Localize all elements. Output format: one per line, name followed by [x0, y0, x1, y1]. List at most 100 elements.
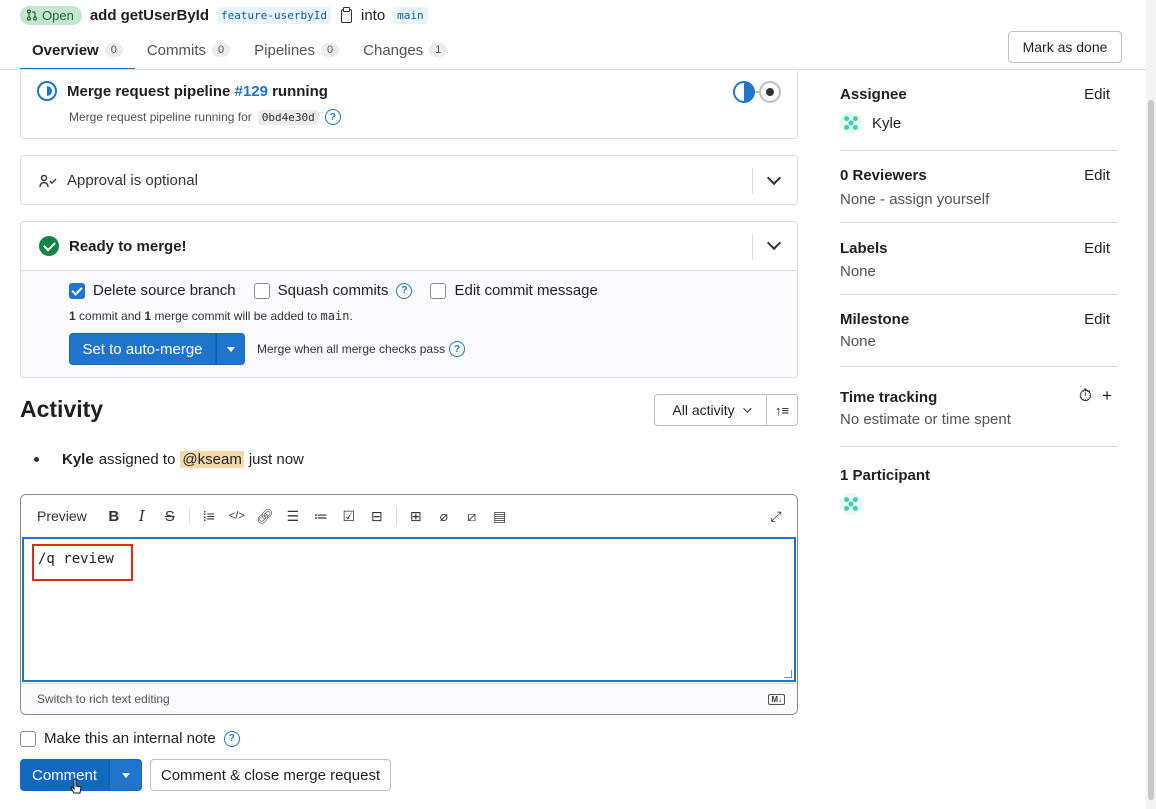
source-branch[interactable]: feature-userbyId	[217, 6, 331, 24]
stopwatch-icon[interactable]: ⏱︎	[1079, 386, 1092, 406]
assignee-section: Assignee Edit Kyle	[840, 76, 1118, 151]
preview-tab[interactable]: Preview	[37, 508, 87, 524]
scrollbar-thumb[interactable]	[1148, 100, 1154, 800]
sort-direction-button[interactable]: ↑≡	[766, 394, 798, 426]
help-icon[interactable]: ?	[324, 109, 341, 125]
pipeline-running-icon[interactable]	[37, 81, 57, 101]
collapsible-icon[interactable]: ⊟	[368, 507, 386, 525]
reviewers-value[interactable]: None - assign yourself	[840, 191, 989, 208]
chevron-down-icon[interactable]	[766, 235, 782, 251]
chevron-down-icon	[226, 346, 235, 352]
edit-commit-message-checkbox[interactable]	[430, 282, 447, 299]
assignee-edit-link[interactable]: Edit	[1084, 86, 1110, 103]
tab-label: Overview	[32, 41, 99, 59]
copy-icon[interactable]	[339, 7, 353, 23]
internal-note-option[interactable]: Make this an internal note ?	[20, 730, 240, 747]
merge-widget: Ready to merge! Delete source branch Squ…	[20, 221, 798, 378]
punctuation: .	[349, 309, 353, 323]
participants-title: 1 Participant	[840, 467, 931, 484]
reviewers-edit-link[interactable]: Edit	[1084, 167, 1110, 184]
internal-note-checkbox[interactable]	[20, 730, 36, 747]
help-icon[interactable]: ?	[449, 341, 466, 357]
activity-heading: Activity	[20, 396, 104, 422]
italic-icon[interactable]: I	[133, 507, 151, 525]
tab-count: 0	[321, 43, 340, 57]
merge-hint: Merge when all merge checks pass?	[257, 341, 466, 357]
milestone-edit-link[interactable]: Edit	[1084, 311, 1110, 328]
comment-editor: Preview B I S ⁞≡ </> 🔗︎ ☰ ≔ ☑ ⊟ ⊞ ⌀ ⧄ ▤ …	[20, 494, 798, 715]
stage-running-icon[interactable]	[733, 81, 755, 103]
comment-textarea[interactable]: /q review	[22, 537, 796, 682]
chevron-down-icon[interactable]	[766, 170, 782, 186]
tab-label: Pipelines	[254, 41, 316, 59]
activity-filter-dropdown[interactable]: All activity	[654, 394, 767, 426]
mark-as-done-button[interactable]: Mark as done	[1008, 31, 1122, 63]
comment-dropdown-button[interactable]	[109, 759, 142, 791]
commit-sha[interactable]: 0bd4e30d	[257, 109, 319, 125]
tab-changes[interactable]: Changes 1	[351, 32, 459, 70]
comment-template-icon[interactable]: ▤	[491, 507, 509, 525]
code-icon[interactable]: </>	[228, 507, 246, 525]
assignee-title: Assignee	[840, 86, 907, 103]
pipeline-subtext: Merge request pipeline running for	[69, 110, 252, 124]
tab-overview[interactable]: Overview 0	[20, 32, 135, 70]
labels-section: Labels Edit None	[840, 223, 1118, 295]
filter-label: All activity	[672, 402, 735, 418]
sort-icon: ↑≡	[774, 402, 790, 418]
squash-commits-checkbox[interactable]	[253, 282, 270, 299]
slash-command-icon[interactable]: ⧄	[463, 507, 481, 525]
fullscreen-icon[interactable]: ⤢	[767, 507, 785, 525]
activity-item: Kyle assigned to @kseam just now	[34, 451, 304, 468]
switch-rich-text-link[interactable]: Switch to rich text editing	[37, 692, 170, 706]
toolbar-divider	[188, 507, 190, 525]
strikethrough-icon[interactable]: S	[161, 507, 179, 525]
bulleted-list-icon[interactable]: ☰	[284, 507, 302, 525]
assignee-user[interactable]: Kyle	[840, 112, 901, 134]
delete-source-branch-checkbox[interactable]	[69, 282, 85, 299]
set-auto-merge-button[interactable]: Set to auto-merge	[69, 333, 216, 365]
milestone-title: Milestone	[840, 311, 910, 328]
pipeline-link[interactable]: #129	[235, 83, 268, 100]
participants-section: 1 Participant	[840, 447, 1118, 527]
labels-title: Labels	[840, 240, 888, 257]
help-icon[interactable]: ?	[223, 730, 240, 747]
user-mention[interactable]: @kseam	[180, 451, 244, 468]
ready-title: Ready to merge!	[69, 237, 187, 255]
time-tracking-value: No estimate or time spent	[840, 411, 1011, 428]
table-icon[interactable]: ⊞	[407, 507, 425, 525]
avatar[interactable]	[840, 493, 862, 515]
stage-created-icon[interactable]	[759, 81, 781, 103]
help-icon[interactable]: ?	[396, 282, 413, 299]
quote-icon[interactable]: ⁞≡	[200, 507, 218, 525]
internal-note-label: Make this an internal note	[44, 730, 216, 747]
toolbar-divider	[395, 507, 397, 525]
numbered-list-icon[interactable]: ≔	[312, 507, 330, 525]
labels-edit-link[interactable]: Edit	[1084, 240, 1110, 257]
comment-and-close-button[interactable]: Comment & close merge request	[150, 759, 391, 791]
target-branch-name: main	[320, 309, 350, 323]
target-branch[interactable]: main	[393, 6, 428, 24]
event-user[interactable]: Kyle	[62, 451, 94, 468]
tab-pipelines[interactable]: Pipelines 0	[242, 32, 351, 70]
link-icon[interactable]: 🔗︎	[256, 507, 274, 525]
tab-count: 0	[104, 43, 123, 57]
add-time-icon[interactable]: +	[1102, 386, 1112, 406]
delete-source-branch-option[interactable]: Delete source branch	[69, 282, 236, 299]
mr-title: add getUserById	[89, 6, 210, 24]
resize-handle[interactable]	[784, 670, 792, 678]
auto-merge-dropdown-button[interactable]	[216, 333, 245, 365]
squash-commits-option[interactable]: Squash commits?	[253, 282, 413, 299]
attach-icon[interactable]: ⌀	[435, 507, 453, 525]
approval-text: Approval is optional	[67, 172, 198, 189]
time-tracking-title: Time tracking	[840, 389, 938, 406]
chevron-down-icon	[742, 404, 752, 413]
bold-icon[interactable]: B	[105, 507, 123, 525]
edit-commit-message-option[interactable]: Edit commit message	[430, 282, 598, 299]
tab-count: 0	[212, 43, 231, 57]
task-list-icon[interactable]: ☑	[340, 507, 358, 525]
divider	[752, 168, 753, 194]
comment-button[interactable]: Comment	[20, 759, 109, 791]
tab-commits[interactable]: Commits 0	[135, 32, 242, 70]
mr-tabs: Overview 0 Commits 0 Pipelines 0 Changes 1	[20, 32, 459, 70]
tabs-divider	[0, 69, 1146, 70]
